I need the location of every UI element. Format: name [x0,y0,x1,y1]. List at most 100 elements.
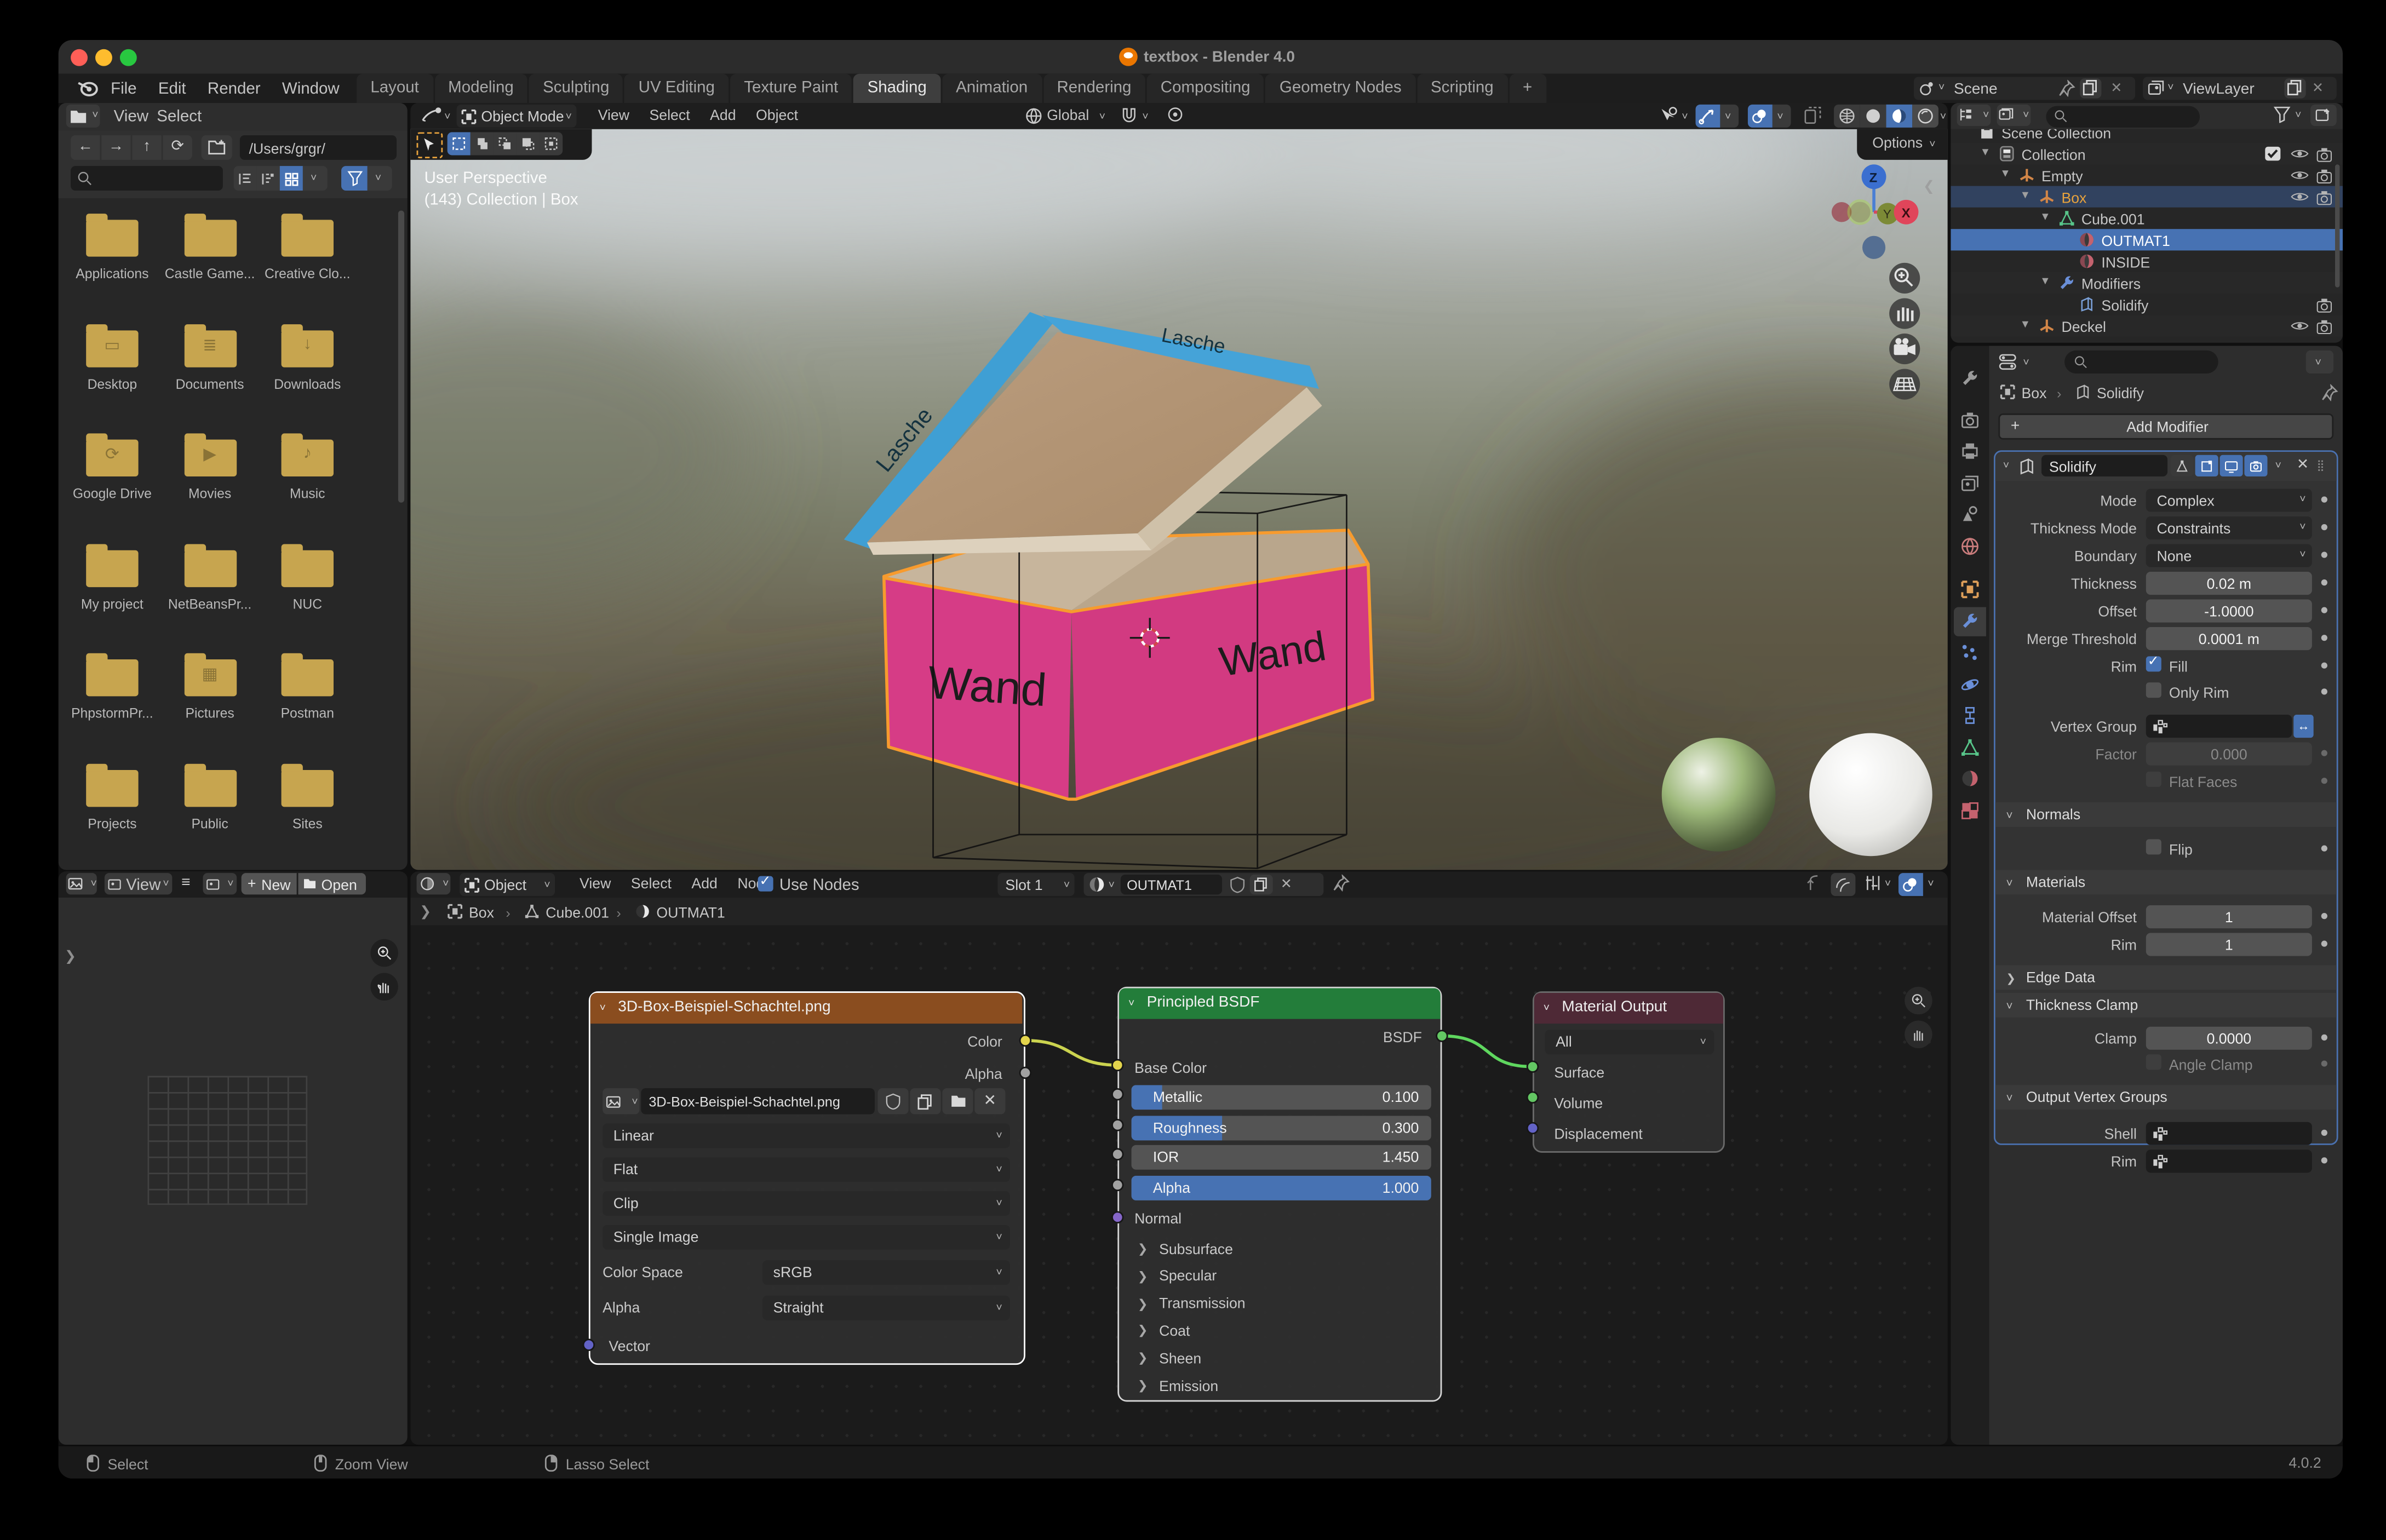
snap-magnet-icon[interactable] [1121,106,1138,123]
output-target-dropdown[interactable]: All˅ [1545,1030,1714,1054]
disable-render-camera-icon[interactable] [2315,188,2334,205]
add-workspace-button[interactable]: + [1509,74,1546,103]
new-viewlayer-icon[interactable] [2284,78,2305,98]
delete-modifier-icon[interactable]: ✕ [2297,457,2309,474]
tab-object[interactable] [1954,575,1986,604]
section-thickness-clamp[interactable]: ˅Thickness Clamp [1995,993,2337,1018]
topbar-menu-edit[interactable]: Edit [158,80,186,99]
projection-dropdown[interactable]: Flat˅ [603,1157,1010,1182]
file-browser-menu-view[interactable]: View [114,107,148,126]
hide-eye-icon[interactable] [2291,146,2309,162]
bsdf-section-coat[interactable]: ❯Coat [1134,1319,1426,1344]
select-subtract-button[interactable] [494,132,517,155]
pan-tool-icon[interactable] [370,973,398,1001]
expand-caret[interactable]: ▼ [2020,191,2031,202]
use-nodes-checkbox[interactable]: ✓ [758,876,773,892]
tab-texture-paint[interactable]: Texture Paint [730,74,852,103]
shader-menu-add[interactable]: Add [691,876,717,893]
proportional-edit-icon[interactable] [1167,106,1184,123]
fake-user-shield-icon[interactable] [1230,876,1245,893]
zoom-tool-icon[interactable] [370,939,398,967]
up-button[interactable]: ↑ [132,135,161,160]
folder-item[interactable]: ▦Pictures [167,647,253,746]
extension-dropdown[interactable]: Clip˅ [603,1191,1010,1216]
detail-view-button[interactable] [257,166,280,191]
thumbnail-view-button[interactable] [280,166,303,191]
shader-overlays-toggle[interactable] [1899,873,1923,896]
folder-item[interactable]: PhpstormPr... [69,647,155,746]
render-toggle[interactable] [2244,455,2267,476]
outliner-row-empty[interactable]: ▼Empty [1951,164,2343,186]
editor-type-icon[interactable]: ˅ [417,873,451,894]
drag-handle-icon[interactable]: ⣿ [2316,459,2326,472]
bsdf-slider-roughness[interactable]: Roughness0.300 [1132,1115,1431,1140]
hamburger-icon[interactable]: ≡ [181,875,190,892]
animate-decorator[interactable] [2321,579,2327,585]
new-scene-icon[interactable] [2080,78,2101,98]
properties-row-rim-field[interactable] [2146,1150,2312,1173]
tab-object-data[interactable] [1954,732,1986,761]
folder-item[interactable]: Castle Game... [167,208,253,306]
animate-decorator[interactable] [2321,635,2327,641]
tab-constraints[interactable] [1954,701,1986,730]
editor-type-icon[interactable]: ˅ [66,105,100,128]
select-difference-button[interactable] [517,132,540,155]
tab-tool[interactable] [1954,364,1986,393]
tab-material[interactable] [1954,764,1986,793]
properties-row--checkbox[interactable] [2146,682,2161,698]
gizmo-toggle[interactable] [1696,105,1720,128]
node-header[interactable]: ˅ Material Output [1534,993,1723,1024]
tab-texture[interactable] [1954,795,1986,824]
topbar-menu-file[interactable]: File [111,80,136,99]
close-button[interactable] [71,49,88,66]
expand-caret[interactable]: ▼ [1980,147,1991,158]
unlink-scene-icon[interactable]: ✕ [2110,80,2122,97]
tab-scene[interactable] [1954,499,1986,528]
visibility-dropdown[interactable] [1659,106,1678,125]
source-dropdown[interactable]: Single Image˅ [603,1225,1010,1250]
animate-decorator[interactable] [2321,778,2327,784]
animate-decorator[interactable] [2321,913,2327,919]
folder-item[interactable]: My project [69,537,155,636]
alpha-mode-dropdown[interactable]: Straight˅ [762,1296,1010,1320]
fake-user-shield-icon[interactable] [877,1088,908,1114]
tab-render[interactable] [1954,405,1986,434]
mode-dropdown[interactable]: Object Mode ˅ [457,105,577,128]
properties-row-thickness-mode-dropdown[interactable]: Constraints˅ [2146,516,2312,539]
file-search-input[interactable] [71,166,223,191]
pin-icon[interactable] [2058,80,2075,97]
shading-material-preview[interactable] [1886,105,1913,128]
filter-dropdown[interactable]: ˅ [368,166,392,191]
section-edge-data[interactable]: ❯Edge Data [1995,965,2337,990]
hide-eye-icon[interactable] [2291,318,2309,334]
folder-item[interactable]: Creative Clo... [265,208,351,306]
tab-particles[interactable] [1954,638,1986,667]
outliner-row-box[interactable]: ▼Box [1951,186,2343,208]
xray-toggle[interactable] [1803,106,1822,125]
animate-decorator[interactable] [2321,663,2327,669]
pan-tool-icon[interactable] [1905,1020,1932,1048]
image-datablock-row[interactable]: ˅ 3D-Box-Beispiel-Schachtel.png ✕ [603,1088,1010,1114]
outliner-row-modifiers[interactable]: ▼Modifiers [1951,272,2343,294]
unlink-material-icon[interactable]: ✕ [1281,876,1292,893]
tab-scripting[interactable]: Scripting [1417,74,1507,103]
exclude-checkbox[interactable] [2264,146,2281,162]
remove-viewlayer-icon[interactable]: ✕ [2312,80,2324,97]
outliner-row-outmat1[interactable]: OUTMAT1 [1951,229,2343,250]
bsdf-slider-ior[interactable]: IOR1.450 [1132,1145,1431,1170]
slot-dropdown[interactable]: Slot 1˅ [997,873,1074,896]
folder-item[interactable]: ⟳Google Drive [69,427,155,526]
path-field[interactable]: /Users/grgr/ [240,135,397,160]
zoom-tool-icon[interactable] [1905,987,1932,1015]
gizmo-dropdown[interactable]: ˅ [1720,105,1739,128]
select-box-button[interactable] [448,132,471,155]
bsdf-section-specular[interactable]: ❯Specular [1134,1265,1426,1289]
tab-layout[interactable]: Layout [357,74,433,103]
animate-decorator[interactable] [2321,846,2327,852]
tab-rendering[interactable]: Rendering [1043,74,1145,103]
bsdf-slider-alpha[interactable]: Alpha1.000 [1132,1175,1431,1200]
animate-decorator[interactable] [2321,1130,2327,1136]
expand-caret[interactable]: ▼ [2040,277,2050,288]
outliner-search-input[interactable] [2046,105,2200,127]
hide-eye-icon[interactable] [2291,168,2309,183]
